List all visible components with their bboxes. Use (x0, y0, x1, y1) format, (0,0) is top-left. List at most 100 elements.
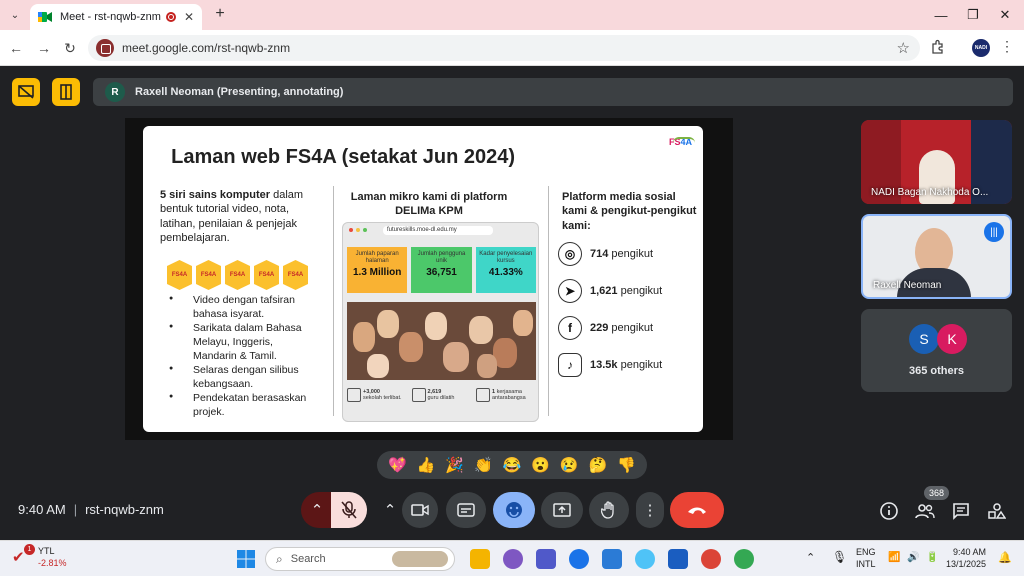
meeting-details-icon[interactable] (878, 500, 900, 522)
language-indicator[interactable]: ENG INTL (856, 547, 876, 570)
word-icon[interactable] (668, 549, 688, 569)
file-explorer-icon[interactable] (470, 549, 490, 569)
tray-expand-icon[interactable]: ⌃ (806, 551, 815, 565)
emoji-reactions-button[interactable] (493, 492, 535, 528)
reaction-heart[interactable]: 💖 (388, 456, 407, 474)
social-count: 13.5k (590, 359, 618, 371)
tab-close-icon[interactable]: ✕ (184, 10, 194, 24)
lang-line-1: ENG (856, 547, 876, 557)
browser-menu-icon[interactable]: ⋮ (1000, 38, 1014, 55)
minimize-button[interactable]: — (926, 4, 956, 26)
reaction-party[interactable]: 🎉 (445, 456, 464, 474)
present-screen-button[interactable] (541, 492, 583, 528)
chrome-profile-icon[interactable] (734, 549, 754, 569)
microphone-icon[interactable]: 🎙 (832, 550, 847, 566)
hang-up-icon (688, 507, 706, 514)
volume-icon[interactable]: 🔊 (907, 551, 919, 564)
meeting-code: rst-nqwb-znm (85, 502, 164, 517)
participant-tile-active[interactable]: ||| Raxell Neoman (861, 214, 1012, 299)
reaction-clap[interactable]: 👏 (474, 456, 493, 474)
reaction-thumbs-up[interactable]: 👍 (417, 456, 436, 474)
social-suffix: pengikut (608, 248, 654, 260)
url-field[interactable]: meet.google.com/rst-nqwb-znm ☆ (88, 35, 920, 61)
participant-tile[interactable]: NADI Bagan Nakhoda O... (861, 120, 1012, 204)
app-icon[interactable] (635, 549, 655, 569)
notifications-icon[interactable]: 🔔 (998, 551, 1012, 565)
reaction-surprised[interactable]: 😮 (531, 456, 550, 474)
window-dot (356, 228, 360, 232)
camera-icon (411, 504, 429, 516)
exit-fullscreen-icon[interactable] (52, 78, 80, 106)
captions-button[interactable] (446, 492, 486, 528)
stat-label: Kadar penyelesaian kursus (479, 251, 533, 264)
copilot-icon[interactable] (503, 549, 523, 569)
social-count: 714 (590, 248, 609, 260)
mockup-footer: +3,000 sekolah terlibat. 2,619 guru dilati… (347, 388, 536, 402)
raise-hand-button[interactable] (589, 492, 629, 528)
window-dot (363, 228, 367, 232)
stat-card: Jumlah pengguna unik 36,751 (411, 247, 472, 293)
window-dot (349, 228, 353, 232)
reaction-sad[interactable]: 😢 (560, 456, 579, 474)
social-text: 1,621 pengikut (590, 285, 662, 297)
notification-badge: 1 (24, 544, 35, 555)
close-window-button[interactable]: ✕ (990, 4, 1020, 26)
tab-title: Meet - rst-nqwb-znm (60, 11, 161, 23)
reaction-thumbs-down[interactable]: 👎 (617, 456, 636, 474)
wifi-icon[interactable]: 📶 (888, 551, 900, 564)
recording-icon (165, 12, 176, 22)
hand-icon (601, 501, 614, 519)
speaking-indicator-icon: ||| (984, 222, 1004, 242)
tiktok-icon: ♪ (558, 353, 582, 377)
maximize-button[interactable]: ❐ (958, 4, 988, 26)
photo-face (513, 310, 533, 336)
leave-call-button[interactable] (670, 492, 724, 528)
lang-line-2: INTL (856, 558, 876, 569)
extensions-icon[interactable] (930, 39, 948, 57)
logo-part-b: 4A (680, 137, 693, 147)
chat-icon[interactable] (950, 500, 972, 522)
mockup-url: futureskills.moe-dl.edu.my (383, 226, 493, 235)
browser-tab[interactable]: Meet - rst-nqwb-znm ✕ (30, 4, 202, 30)
stock-down-icon: ✔ (12, 549, 25, 566)
camera-toggle-button[interactable] (402, 492, 438, 528)
stat-card: Jumlah paparan halaman 1.3 Million (347, 247, 408, 293)
battery-icon[interactable]: 🔋 (926, 551, 938, 564)
forward-button[interactable]: → (34, 38, 54, 58)
footer-label: sekolah terlibat. (363, 395, 402, 401)
others-count: 365 others (908, 365, 965, 377)
taskbar-search[interactable]: ⌕ Search (265, 547, 455, 571)
reaction-laugh[interactable]: 😂 (503, 456, 522, 474)
edge-icon[interactable] (569, 549, 589, 569)
chrome-icon[interactable] (701, 549, 721, 569)
stock-widget[interactable]: ✔ 1 YTL -2.81% (12, 544, 67, 568)
reload-button[interactable]: ↻ (60, 38, 80, 58)
profile-avatar[interactable]: NADI (972, 39, 990, 57)
teams-icon[interactable] (536, 549, 556, 569)
photo-face (399, 332, 423, 362)
store-icon[interactable] (602, 549, 622, 569)
others-tile[interactable]: S K 365 others (861, 309, 1012, 392)
windows-start-icon[interactable] (236, 549, 256, 569)
clock[interactable]: 9:40 AM 13/1/2025 (946, 547, 986, 570)
col1-bullets: Video dengan tafsiran bahasa isyarat. Sa… (169, 294, 319, 421)
new-tab-button[interactable]: + (210, 4, 230, 24)
reaction-thinking[interactable]: 🤔 (589, 456, 608, 474)
back-button[interactable]: ← (6, 38, 26, 58)
photo-face (367, 354, 389, 378)
activities-icon[interactable] (986, 500, 1008, 522)
people-icon[interactable] (914, 500, 936, 522)
site-info-icon[interactable] (96, 39, 114, 57)
more-options-button[interactable]: ⋮ (636, 492, 664, 528)
mic-toggle-button[interactable] (331, 492, 367, 528)
social-text: 13.5k pengikut (590, 359, 662, 371)
bookmark-star-icon[interactable]: ☆ (897, 39, 910, 57)
stop-presenting-icon[interactable] (12, 78, 40, 106)
logo-part-a: FS (669, 137, 681, 147)
footer-stat: 2,619 guru dilatih (411, 388, 472, 402)
col2-heading: Laman mikro kami di platform DELIMa KPM (350, 191, 508, 218)
social-row-facebook: f 229 pengikut (558, 315, 662, 341)
audio-options-button[interactable]: ⌃ (301, 492, 333, 528)
tab-search-dropdown-icon[interactable]: ⌄ (6, 6, 24, 24)
emoji-icon (506, 502, 522, 518)
